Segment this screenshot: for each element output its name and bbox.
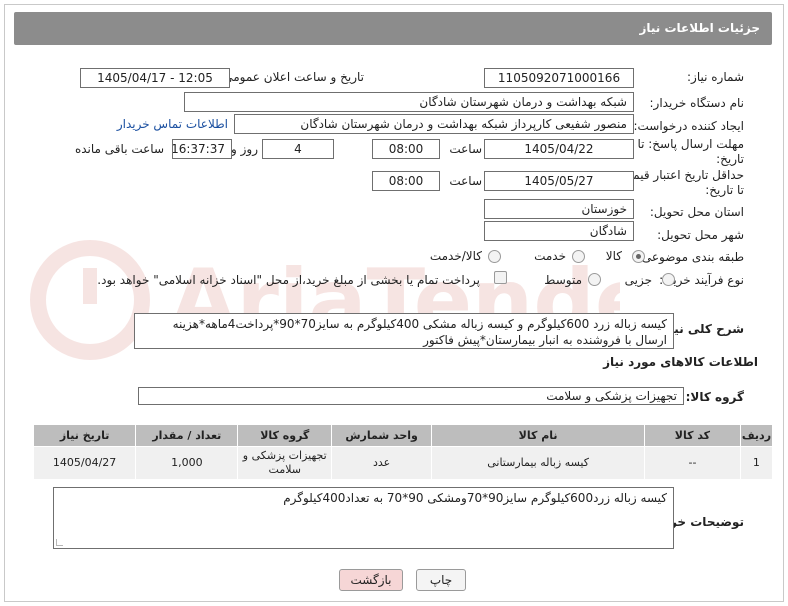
announce-field[interactable]: 1405/04/17 - 12:05 [80, 68, 230, 88]
category-option-service: خدمت [534, 249, 566, 263]
cell-unit: عدد [331, 446, 433, 480]
col-name: نام کالا [431, 424, 646, 447]
buyer-notes-field[interactable]: کیسه زباله زرد600کیلوگرم سایز90*70ومشکی … [53, 487, 674, 549]
page-header: جزئیات اطلاعات نیاز [14, 12, 772, 45]
buyer-org-label: نام دستگاه خریدار: [649, 96, 745, 110]
remaining-time-field[interactable]: 16:37:37 [172, 139, 232, 159]
requester-field[interactable]: منصور شفیعی کارپرداز شبکه بهداشت و درمان… [234, 114, 634, 134]
payment-note: پرداخت تمام یا بخشی از مبلغ خرید،از محل … [97, 273, 480, 287]
col-code: کد کالا [644, 424, 741, 447]
days-field[interactable]: 4 [262, 139, 334, 159]
category-radio-service[interactable] [572, 250, 585, 263]
cell-row: 1 [739, 446, 774, 480]
category-option-goods: کالا [605, 249, 622, 263]
process-radio-minor[interactable] [662, 273, 675, 286]
deadline-label: مهلت ارسال پاسخ: تا تاریخ: [637, 137, 744, 166]
description-field[interactable]: کیسه زباله زرد 600کیلوگرم و کیسه زباله م… [134, 313, 674, 349]
category-option-goods-service: کالا/خدمت [429, 249, 482, 263]
province-label: استان محل تحویل: [649, 205, 744, 219]
print-button[interactable]: چاپ [416, 569, 466, 591]
col-date: تاریخ نیاز [32, 424, 137, 447]
cell-code: -- [644, 446, 741, 480]
resize-grip-icon[interactable] [56, 539, 63, 546]
goods-info-title: اطلاعات کالاهای مورد نیاز [603, 355, 758, 369]
cell-name: کیسه زباله بیمارستانی [431, 446, 646, 480]
process-option-medium: متوسط [544, 273, 582, 287]
table-header-row: ردیف کد کالا نام کالا واحد شمارش گروه کا… [32, 424, 774, 447]
city-label: شهر محل تحویل: [657, 228, 744, 242]
city-field[interactable]: شادگان [484, 221, 634, 241]
col-row: ردیف [739, 424, 774, 447]
validity-time-label: ساعت [449, 174, 482, 188]
contact-link[interactable]: اطلاعات تماس خریدار [117, 117, 228, 131]
items-table: ردیف کد کالا نام کالا واحد شمارش گروه کا… [32, 424, 774, 480]
deadline-time-label: ساعت [449, 142, 482, 156]
col-group: گروه کالا [237, 424, 333, 447]
remaining-label: ساعت باقی مانده [74, 142, 164, 156]
cell-qty: 1,000 [135, 446, 239, 480]
buyer-notes-text: کیسه زباله زرد600کیلوگرم سایز90*70ومشکی … [283, 491, 667, 505]
deadline-time-field[interactable]: 08:00 [372, 139, 440, 159]
need-number-field[interactable]: 1105092071000166 [484, 68, 634, 88]
process-option-minor: جزیی [624, 273, 652, 287]
announce-label: تاریخ و ساعت اعلان عمومی: [219, 70, 364, 84]
category-radio-goods[interactable] [632, 250, 645, 263]
requester-label: ایجاد کننده درخواست: [633, 119, 744, 133]
buyer-org-field[interactable]: شبکه بهداشت و درمان شهرستان شادگان [184, 92, 634, 112]
days-label: روز و [231, 142, 258, 156]
category-radio-goods-service[interactable] [488, 250, 501, 263]
province-field[interactable]: خوزستان [484, 199, 634, 219]
goods-group-field[interactable]: تجهیزات پزشکی و سلامت [138, 387, 684, 405]
validity-time-field[interactable]: 08:00 [372, 171, 440, 191]
process-radio-medium[interactable] [588, 273, 601, 286]
cell-date: 1405/04/27 [32, 446, 137, 480]
payment-checkbox[interactable] [494, 271, 507, 284]
cell-group: تجهیزات پزشکی و سلامت [237, 446, 333, 480]
col-qty: تعداد / مقدار [135, 424, 239, 447]
validity-date-field[interactable]: 1405/05/27 [484, 171, 634, 191]
deadline-date-field[interactable]: 1405/04/22 [484, 139, 634, 159]
category-label: طبقه بندی موضوعی: [637, 250, 744, 264]
table-row[interactable]: 1 -- کیسه زباله بیمارستانی عدد تجهیزات پ… [32, 446, 774, 480]
back-button[interactable]: بازگشت [339, 569, 403, 591]
goods-group-label: گروه کالا: [685, 390, 744, 404]
need-number-label: شماره نیاز: [687, 70, 744, 84]
col-unit: واحد شمارش [331, 424, 433, 447]
